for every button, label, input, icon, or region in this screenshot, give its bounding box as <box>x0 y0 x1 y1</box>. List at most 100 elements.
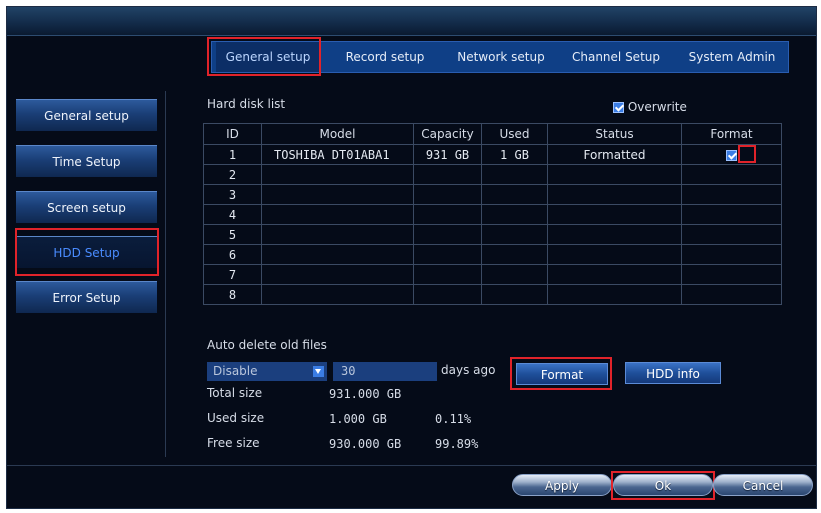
top-tab-bar: General setup Record setup Network setup… <box>211 41 789 73</box>
free-size-percent: 99.89% <box>435 437 479 451</box>
title-bar <box>7 7 816 36</box>
column-header-used: Used <box>481 123 548 145</box>
disk-capacity: 931 GB <box>413 144 482 165</box>
disk-status <box>547 224 682 245</box>
disk-id: 3 <box>203 184 262 205</box>
disk-status <box>547 164 682 185</box>
screenshot-frame: General setup Record setup Network setup… <box>0 0 821 513</box>
tab-network-setup[interactable]: Network setup <box>446 42 556 72</box>
table-row[interactable]: 3 <box>203 184 782 205</box>
disk-model <box>261 184 414 205</box>
table-row[interactable]: 6 <box>203 244 782 265</box>
hard-disk-list-title: Hard disk list <box>207 97 286 111</box>
tab-record-setup[interactable]: Record setup <box>336 42 434 72</box>
disk-model <box>261 164 414 185</box>
column-header-status: Status <box>547 123 682 145</box>
auto-delete-select-value: Disable <box>213 364 258 378</box>
table-row[interactable]: 5 <box>203 224 782 245</box>
disk-id: 7 <box>203 264 262 285</box>
used-size-label: Used size <box>207 411 265 425</box>
table-header-row: ID Model Capacity Used Status Format <box>203 123 782 145</box>
disk-id: 4 <box>203 204 262 225</box>
disk-format-cell[interactable] <box>681 244 782 265</box>
disk-used <box>481 224 548 245</box>
sidebar-item-error-setup[interactable]: Error Setup <box>16 281 157 313</box>
days-input[interactable]: 30 <box>333 362 437 381</box>
disk-used <box>481 204 548 225</box>
free-size-value: 930.000 GB <box>329 437 402 451</box>
disk-status <box>547 264 682 285</box>
disk-format-cell[interactable] <box>681 224 782 245</box>
disk-capacity <box>413 264 482 285</box>
overwrite-checkbox[interactable] <box>613 102 624 113</box>
hard-disk-table: ID Model Capacity Used Status Format 1 T… <box>203 123 782 305</box>
table-row[interactable]: 2 <box>203 164 782 185</box>
sidebar-item-screen-setup[interactable]: Screen setup <box>16 191 157 223</box>
disk-used <box>481 184 548 205</box>
tab-system-admin[interactable]: System Admin <box>678 42 786 72</box>
disk-used <box>481 244 548 265</box>
column-header-model: Model <box>261 123 414 145</box>
disk-used <box>481 164 548 185</box>
cancel-button[interactable]: Cancel <box>713 474 813 496</box>
dropdown-arrow-icon[interactable] <box>313 366 324 377</box>
disk-capacity <box>413 204 482 225</box>
disk-format-cell[interactable] <box>681 184 782 205</box>
table-row[interactable]: 4 <box>203 204 782 225</box>
ok-button[interactable]: Ok <box>613 474 713 496</box>
disk-model <box>261 204 414 225</box>
free-size-label: Free size <box>207 436 260 450</box>
column-header-capacity: Capacity <box>413 123 482 145</box>
disk-status <box>547 204 682 225</box>
disk-model <box>261 244 414 265</box>
disk-used <box>481 284 548 305</box>
disk-status <box>547 244 682 265</box>
apply-button[interactable]: Apply <box>512 474 612 496</box>
total-size-value: 931.000 GB <box>329 387 402 401</box>
disk-status: Formatted <box>547 144 682 165</box>
overwrite-label: Overwrite <box>627 100 687 114</box>
disk-format-cell[interactable] <box>681 164 782 185</box>
table-row[interactable]: 1 TOSHIBA DT01ABA1 931 GB 1 GB Formatted <box>203 144 782 165</box>
disk-model <box>261 264 414 285</box>
disk-id: 5 <box>203 224 262 245</box>
disk-status <box>547 284 682 305</box>
disk-used <box>481 264 548 285</box>
hdd-info-button[interactable]: HDD info <box>625 362 721 384</box>
disk-capacity <box>413 244 482 265</box>
days-ago-label: days ago <box>441 363 496 377</box>
sidebar-item-hdd-setup[interactable]: HDD Setup <box>16 236 157 268</box>
disk-used: 1 GB <box>481 144 548 165</box>
dvr-settings-window: General setup Record setup Network setup… <box>6 6 817 509</box>
disk-id: 1 <box>203 144 262 165</box>
disk-model <box>261 224 414 245</box>
disk-format-cell[interactable] <box>681 284 782 305</box>
tab-channel-setup[interactable]: Channel Setup <box>564 42 668 72</box>
auto-delete-label: Auto delete old files <box>207 338 327 352</box>
disk-id: 2 <box>203 164 262 185</box>
total-size-label: Total size <box>207 386 263 400</box>
disk-status <box>547 184 682 205</box>
tab-general-setup[interactable]: General setup <box>216 42 320 72</box>
table-row[interactable]: 7 <box>203 264 782 285</box>
disk-id: 8 <box>203 284 262 305</box>
format-checkbox[interactable] <box>726 149 737 161</box>
disk-format-cell[interactable] <box>681 144 782 165</box>
column-header-id: ID <box>203 123 262 145</box>
disk-format-cell[interactable] <box>681 204 782 225</box>
disk-id: 6 <box>203 244 262 265</box>
sidebar-item-general-setup[interactable]: General setup <box>16 99 157 131</box>
sidebar-item-time-setup[interactable]: Time Setup <box>16 145 157 177</box>
disk-capacity <box>413 284 482 305</box>
format-button[interactable]: Format <box>516 363 608 385</box>
auto-delete-select[interactable]: Disable <box>207 362 327 381</box>
sidebar: General setup Time Setup Screen setup HD… <box>7 91 166 457</box>
disk-model: TOSHIBA DT01ABA1 <box>261 144 414 165</box>
disk-format-cell[interactable] <box>681 264 782 285</box>
overwrite-option[interactable]: Overwrite <box>613 100 687 114</box>
disk-capacity <box>413 164 482 185</box>
column-header-format: Format <box>681 123 782 145</box>
used-size-value: 1.000 GB <box>329 412 387 426</box>
table-row[interactable]: 8 <box>203 284 782 305</box>
disk-model <box>261 284 414 305</box>
